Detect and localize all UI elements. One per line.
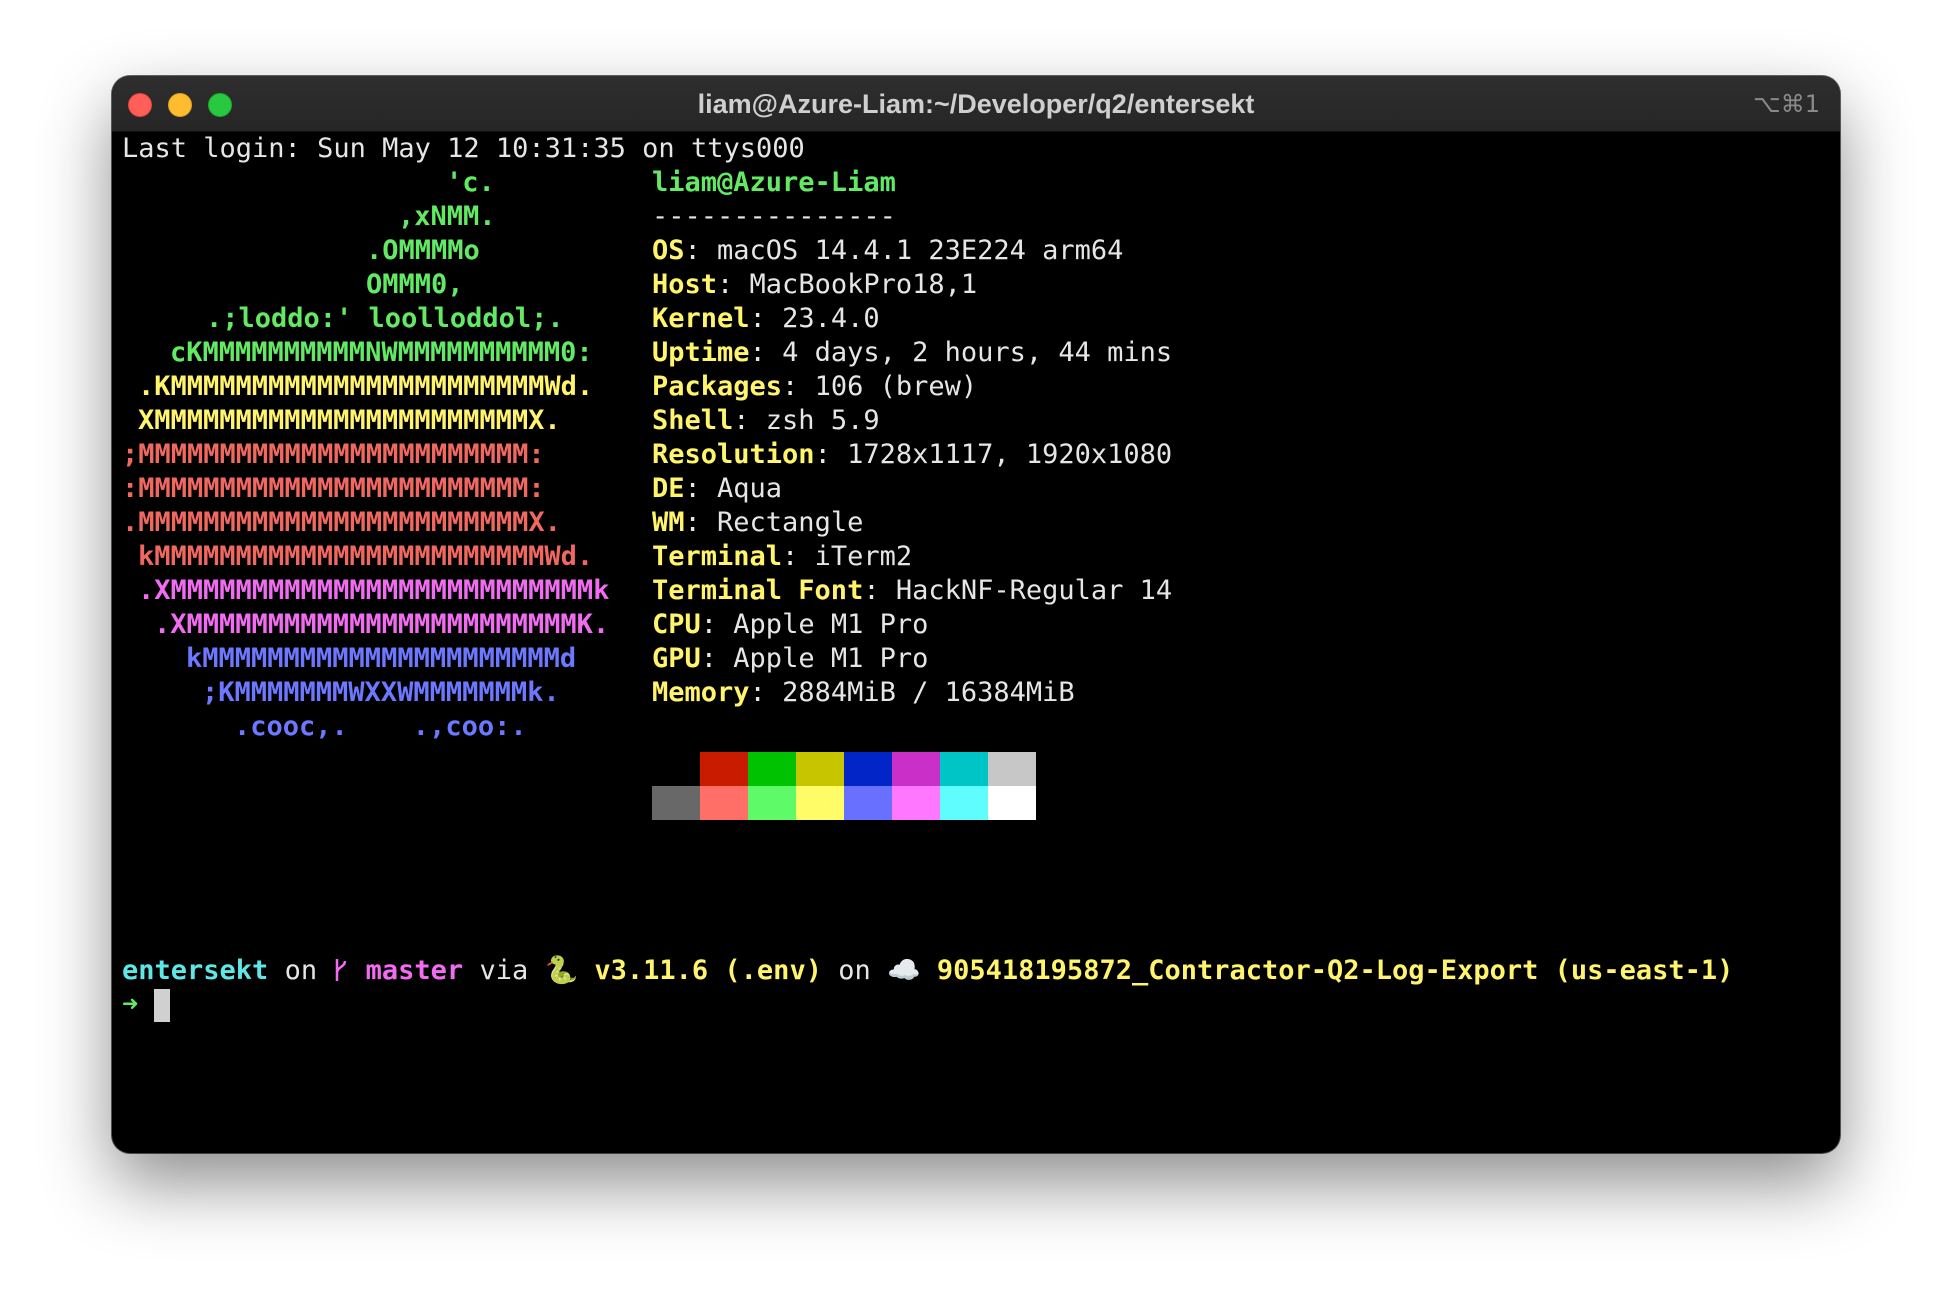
info-row: Uptime: 4 days, 2 hours, 44 mins <box>652 337 1173 368</box>
python-icon: 🐍 <box>544 955 579 986</box>
logo-line: kMMMMMMMMMMMMMMMMMMMMMMMMWd. <box>138 541 594 572</box>
logo-line: :MMMMMMMMMMMMMMMMMMMMMMMM: <box>122 473 545 504</box>
palette-swatch <box>988 752 1036 786</box>
info-row: Shell: zsh 5.9 <box>652 405 880 436</box>
logo-line: cKMMMMMMMMMMNWMMMMMMMMMM0: <box>170 337 593 368</box>
palette-swatch <box>796 752 844 786</box>
info-label: GPU <box>652 643 701 674</box>
user-host: liam@Azure-Liam <box>652 167 896 198</box>
logo-line: .;loddo:' loolloddol;. <box>206 303 564 334</box>
prompt-directory: entersekt <box>122 955 269 986</box>
info-label: Kernel <box>652 303 750 334</box>
info-label: Memory <box>652 677 750 708</box>
tab-shortcut-label: ⌥⌘1 <box>1753 90 1820 118</box>
git-branch-icon <box>333 955 349 986</box>
info-value: Rectangle <box>717 507 864 538</box>
info-row: CPU: Apple M1 Pro <box>652 609 929 640</box>
info-label: CPU <box>652 609 701 640</box>
prompt-arrow-icon: ➜ <box>122 989 139 1020</box>
python-version: v3.11.6 (.env) <box>594 955 822 986</box>
window-title: liam@Azure-Liam:~/Developer/q2/entersekt <box>697 89 1255 119</box>
info-value: 106 (brew) <box>814 371 978 402</box>
prompt-line: entersekt on master via 🐍 v3.11.6 (.env)… <box>122 954 1733 988</box>
logo-line: .XMMMMMMMMMMMMMMMMMMMMMMMMMMk <box>138 575 610 606</box>
logo-line: 'c. <box>446 167 495 198</box>
info-value: HackNF-Regular 14 <box>895 575 1173 606</box>
palette-swatch <box>844 786 892 820</box>
info-value: macOS 14.4.1 23E224 arm64 <box>717 235 1124 266</box>
info-row: Terminal: iTerm2 <box>652 541 913 572</box>
prompt-via-text: via <box>479 955 529 986</box>
info-value: iTerm2 <box>814 541 913 572</box>
info-label: OS <box>652 235 685 266</box>
info-row: DE: Aqua <box>652 473 783 504</box>
info-value: 4 days, 2 hours, 44 mins <box>782 337 1173 368</box>
logo-line: ;MMMMMMMMMMMMMMMMMMMMMMMM: <box>122 439 545 470</box>
info-row: OS: macOS 14.4.1 23E224 arm64 <box>652 235 1124 266</box>
palette-swatch <box>700 786 748 820</box>
info-value: 23.4.0 <box>782 303 880 334</box>
text-cursor[interactable] <box>154 989 170 1022</box>
info-row: WM: Rectangle <box>652 507 864 538</box>
last-login-line: Last login: Sun May 12 10:31:35 on ttys0… <box>122 133 805 164</box>
palette-swatch <box>652 752 700 786</box>
info-row: Resolution: 1728x1117, 1920x1080 <box>652 439 1173 470</box>
logo-line: ;KMMMMMMMWXXWMMMMMMMk. <box>202 677 560 708</box>
logo-line: OMMM0, <box>366 269 464 300</box>
info-value: Aqua <box>717 473 783 504</box>
info-label: Uptime <box>652 337 750 368</box>
info-label: Resolution <box>652 439 815 470</box>
terminal-window: liam@Azure-Liam:~/Developer/q2/entersekt… <box>112 76 1840 1153</box>
palette-swatch <box>940 752 988 786</box>
palette-swatch <box>748 786 796 820</box>
logo-line: .cooc,. .,coo:. <box>234 711 527 742</box>
logo-line: XMMMMMMMMMMMMMMMMMMMMMMMX. <box>138 405 561 436</box>
info-row: Kernel: 23.4.0 <box>652 303 880 334</box>
aws-profile: 905418195872_Contractor-Q2-Log-Export (u… <box>936 955 1734 986</box>
info-value: 1728x1117, 1920x1080 <box>847 439 1173 470</box>
info-label: Packages <box>652 371 783 402</box>
info-label: WM <box>652 507 685 538</box>
info-value: MacBookPro18,1 <box>749 269 978 300</box>
info-value: zsh 5.9 <box>765 405 880 436</box>
cloud-icon: ☁️ <box>887 955 921 986</box>
info-value: Apple M1 Pro <box>733 643 929 674</box>
info-label: Terminal Font <box>652 575 864 606</box>
info-label: Shell <box>652 405 734 436</box>
palette-swatch <box>892 752 940 786</box>
palette-swatch <box>844 752 892 786</box>
info-row: Host: MacBookPro18,1 <box>652 269 978 300</box>
info-label: Terminal <box>652 541 783 572</box>
title-bar: liam@Azure-Liam:~/Developer/q2/entersekt… <box>112 76 1840 132</box>
prompt-on-text: on <box>838 955 871 986</box>
prompt-on-text: on <box>284 955 318 986</box>
palette-swatch <box>796 786 844 820</box>
git-branch-name: master <box>365 955 464 986</box>
info-label: Host <box>652 269 718 300</box>
logo-line: .MMMMMMMMMMMMMMMMMMMMMMMMX. <box>122 507 561 538</box>
logo-line: .XMMMMMMMMMMMMMMMMMMMMMMMMK. <box>154 609 610 640</box>
info-label: DE <box>652 473 685 504</box>
info-row: Packages: 106 (brew) <box>652 371 978 402</box>
palette-swatch <box>988 786 1036 820</box>
palette-swatch <box>748 752 796 786</box>
info-row: Memory: 2884MiB / 16384MiB <box>652 677 1075 708</box>
info-value: 2884MiB / 16384MiB <box>782 677 1075 708</box>
palette-swatch <box>700 752 748 786</box>
info-value: Apple M1 Pro <box>733 609 929 640</box>
logo-line: .OMMMMo <box>366 235 480 266</box>
palette-swatch <box>892 786 940 820</box>
separator: --------------- <box>652 201 896 232</box>
logo-line: ,xNMM. <box>398 201 496 232</box>
logo-line: kMMMMMMMMMMMMMMMMMMMMMMd <box>186 643 577 674</box>
info-row: GPU: Apple M1 Pro <box>652 643 929 674</box>
palette-swatch <box>652 786 700 820</box>
info-row: Terminal Font: HackNF-Regular 14 <box>652 575 1173 606</box>
logo-line: .KMMMMMMMMMMMMMMMMMMMMMMMWd. <box>138 371 594 402</box>
palette-swatch <box>940 786 988 820</box>
